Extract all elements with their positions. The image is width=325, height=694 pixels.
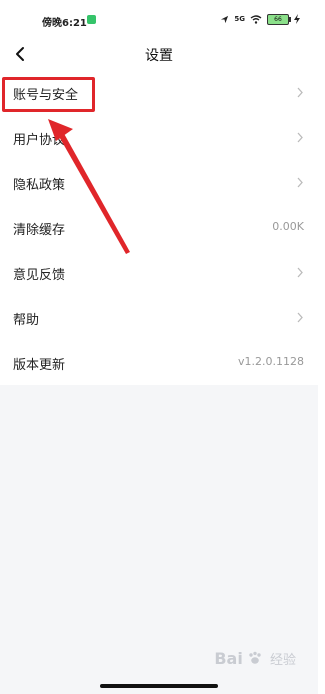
right-edge xyxy=(318,0,325,694)
nav-bar: 设置 xyxy=(0,38,318,70)
menu-item-label: 用户协议 xyxy=(13,133,66,148)
menu-item-label: 帮助 xyxy=(13,313,40,328)
menu-item-version-update[interactable]: 版本更新 v1.2.0.1128 xyxy=(0,340,318,385)
menu-item-feedback[interactable]: 意见反馈 xyxy=(0,250,318,295)
battery-icon: 66 xyxy=(267,13,291,25)
highlight-box xyxy=(2,77,95,112)
status-bar: 傍晚6:21 5G 66 xyxy=(0,0,318,38)
location-icon xyxy=(221,15,229,23)
chevron-right-icon xyxy=(297,87,303,98)
cache-size-value: 0.00K xyxy=(272,220,304,233)
menu-item-clear-cache[interactable]: 清除缓存 0.00K xyxy=(0,205,318,250)
status-icons: 5G 66 xyxy=(220,13,300,25)
menu-item-help[interactable]: 帮助 xyxy=(0,295,318,340)
menu-item-user-agreement[interactable]: 用户协议 xyxy=(0,115,318,160)
charging-icon xyxy=(294,14,300,24)
paw-icon xyxy=(249,651,262,664)
menu-item-privacy-policy[interactable]: 隐私政策 xyxy=(0,160,318,205)
status-time: 傍晚6:21 xyxy=(42,18,87,29)
chevron-right-icon xyxy=(297,312,303,323)
wifi-icon xyxy=(250,14,262,24)
app-notification-icon xyxy=(87,15,96,24)
page-title: 设置 xyxy=(145,48,173,64)
home-indicator[interactable] xyxy=(100,684,218,688)
menu-item-label: 隐私政策 xyxy=(13,178,66,193)
menu-item-label: 版本更新 xyxy=(13,358,66,373)
chevron-right-icon xyxy=(297,267,303,278)
watermark: Bai 经验 xyxy=(214,649,296,668)
phone-screen: 傍晚6:21 5G 66 设置 账号与安全 用户协议 隐私政策 清除缓存 0.0… xyxy=(0,0,318,694)
signal-icon: 5G xyxy=(234,15,245,23)
menu-item-label: 清除缓存 xyxy=(13,223,66,238)
chevron-right-icon xyxy=(297,177,303,188)
settings-menu: 账号与安全 用户协议 隐私政策 清除缓存 0.00K 意见反馈 帮助 版本更新 … xyxy=(0,70,318,385)
watermark-brand: Bai xyxy=(214,649,243,668)
version-value: v1.2.0.1128 xyxy=(238,355,304,368)
chevron-right-icon xyxy=(297,132,303,143)
menu-item-label: 意见反馈 xyxy=(13,268,66,283)
watermark-suffix: 经验 xyxy=(269,653,296,668)
